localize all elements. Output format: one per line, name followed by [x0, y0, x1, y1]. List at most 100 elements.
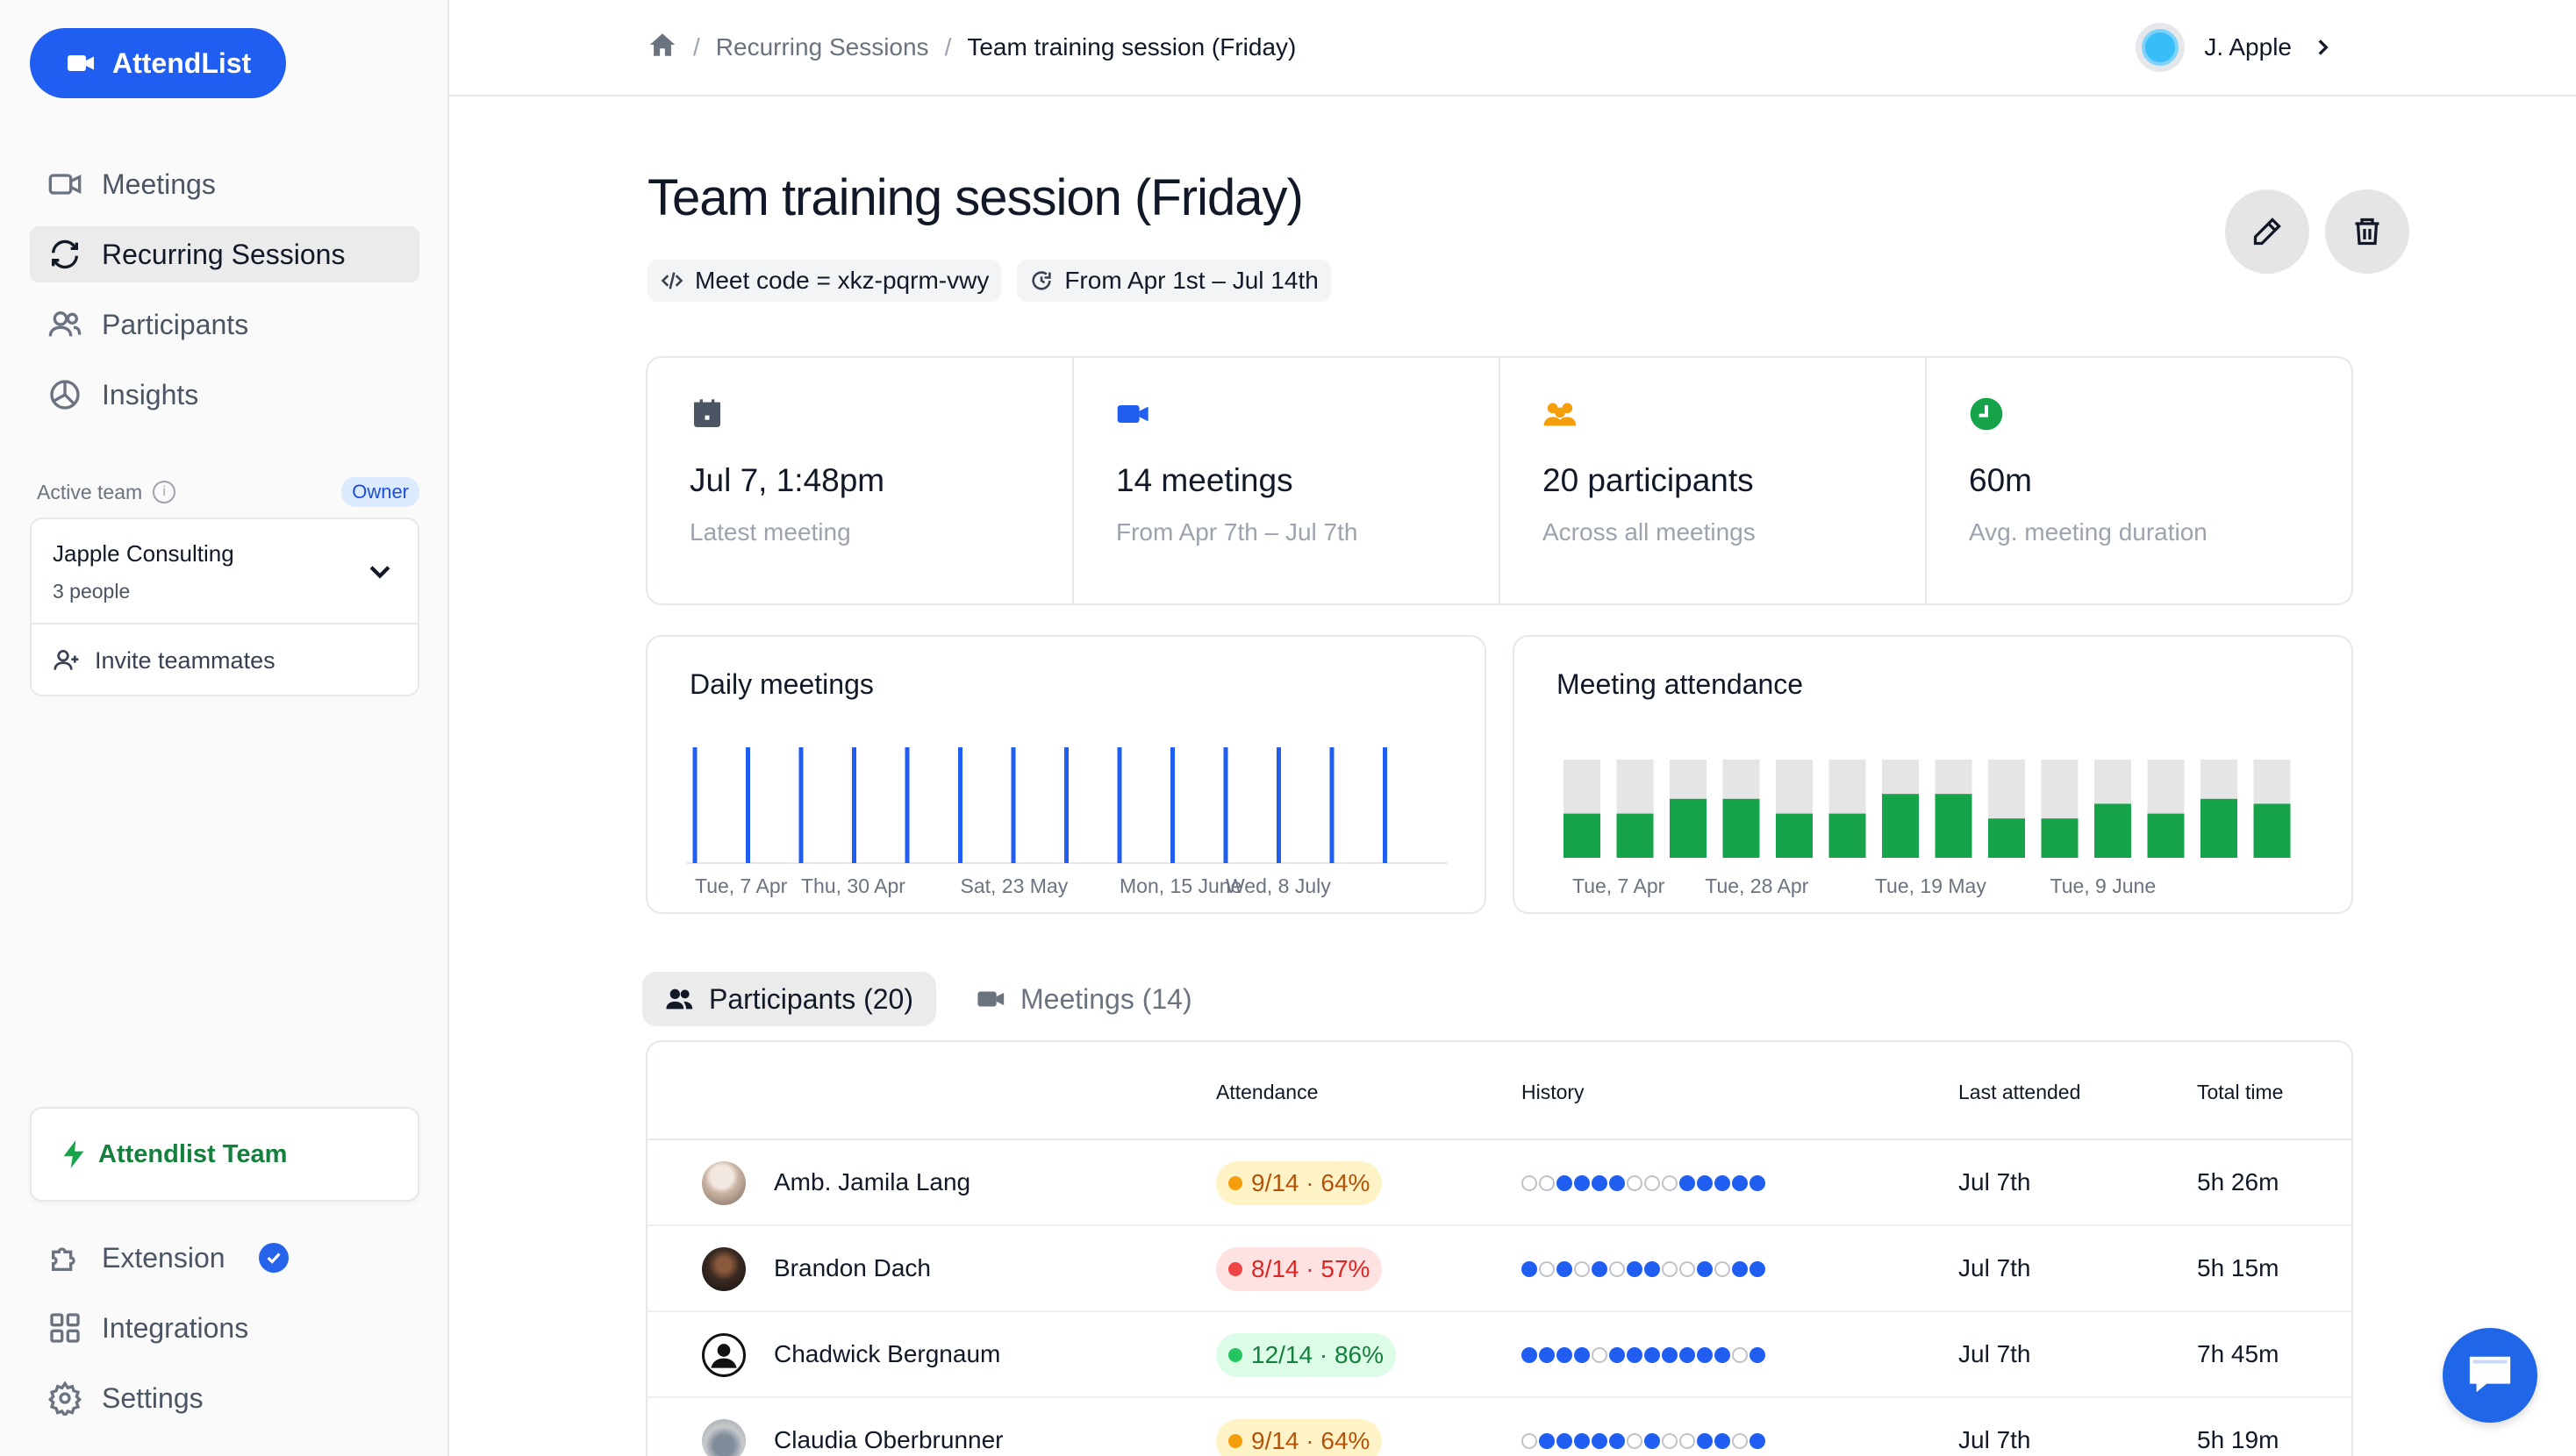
- attendance-badge: 9/14 · 64%: [1216, 1419, 1383, 1456]
- video-icon: [1117, 405, 1148, 423]
- delete-button[interactable]: [2325, 189, 2409, 274]
- invite-label: Invite teammates: [95, 646, 275, 674]
- page-actions: [2225, 189, 2409, 274]
- history-dot: [1539, 1175, 1555, 1191]
- history-dot: [1662, 1347, 1678, 1363]
- stat-duration: 60m Avg. meeting duration: [1927, 358, 2351, 603]
- sidebar-item-participants[interactable]: Participants: [30, 296, 419, 353]
- table-row[interactable]: Chadwick Bergnaum 12/14 · 86% Jul 7th 7h…: [648, 1312, 2351, 1398]
- history-dot: [1609, 1261, 1625, 1277]
- stat-caption: Latest meeting: [690, 518, 851, 546]
- sidebar-nav: Meetings Recurring Sessions Participants…: [30, 156, 419, 437]
- header-attendance[interactable]: Attendance: [1216, 1081, 1318, 1104]
- table-row[interactable]: Brandon Dach 8/14 · 57% Jul 7th 5h 15m: [648, 1226, 2351, 1312]
- clock-icon: [1970, 397, 2003, 431]
- recurring-icon: [1032, 271, 1051, 290]
- history-dot: [1521, 1175, 1537, 1191]
- tick-label: Wed, 8 July: [1226, 874, 1331, 897]
- bar-attended: [2094, 803, 2131, 858]
- home-breadcrumb[interactable]: [648, 30, 677, 66]
- breadcrumb-recurring-sessions[interactable]: Recurring Sessions: [716, 33, 929, 61]
- history-dot: [1521, 1261, 1537, 1277]
- stat-value: 20 participants: [1542, 462, 1754, 498]
- participant-name[interactable]: Claudia Oberbrunner: [774, 1426, 1004, 1454]
- date-range: From Apr 1st – Jul 14th: [1064, 267, 1319, 294]
- calendar-icon: [694, 399, 720, 427]
- table-row[interactable]: Amb. Jamila Lang 9/14 · 64% Jul 7th 5h 2…: [648, 1140, 2351, 1226]
- tick-label: Thu, 30 Apr: [801, 874, 905, 897]
- tick-label: Sat, 23 May: [961, 874, 1069, 897]
- sidebar-item-recurring-sessions[interactable]: Recurring Sessions: [30, 226, 419, 282]
- edit-button[interactable]: [2225, 189, 2309, 274]
- breadcrumb-current: Team training session (Friday): [967, 33, 1297, 61]
- sidebar-item-meetings[interactable]: Meetings: [30, 156, 419, 212]
- tabs: Participants (20) Meetings (14): [642, 972, 1215, 1026]
- team-card: Japple Consulting 3 people Invite teamma…: [30, 517, 419, 696]
- sidebar-item-label: Insights: [102, 378, 199, 410]
- chevron-right-icon: [2318, 39, 2329, 55]
- history-dot: [1609, 1433, 1625, 1449]
- meet-code-chip[interactable]: Meet code = xkz-pqrm-vwy: [648, 260, 1002, 302]
- tab-participants[interactable]: Participants (20): [642, 972, 936, 1026]
- history-dot: [1732, 1175, 1748, 1191]
- attendance-badge: 9/14 · 64%: [1216, 1161, 1383, 1205]
- history-dot: [1539, 1433, 1555, 1449]
- avatar: [2136, 23, 2186, 72]
- sidebar-item-extension[interactable]: Extension: [30, 1230, 419, 1286]
- stat-caption: Across all meetings: [1542, 518, 1756, 546]
- history-dot: [1679, 1261, 1695, 1277]
- participant-name[interactable]: Brandon Dach: [774, 1254, 931, 1282]
- stat-latest-meeting: Jul 7, 1:48pm Latest meeting: [648, 358, 1074, 603]
- tick-label: Tue, 19 May: [1875, 874, 1986, 897]
- plan-card[interactable]: Attendlist Team: [30, 1107, 419, 1202]
- bar: [798, 747, 804, 863]
- total-time: 7h 45m: [2197, 1340, 2279, 1367]
- last-attended: Jul 7th: [1958, 1254, 2031, 1281]
- stat-caption: From Apr 7th – Jul 7th: [1116, 518, 1358, 546]
- invite-teammates-button[interactable]: Invite teammates: [32, 625, 418, 696]
- tab-label: Meetings (14): [1020, 982, 1192, 1015]
- people-icon: [1543, 403, 1577, 426]
- table-row[interactable]: Claudia Oberbrunner 9/14 · 64% Jul 7th 5…: [648, 1398, 2351, 1456]
- chat-icon: [2469, 1356, 2511, 1393]
- history-dot: [1574, 1175, 1590, 1191]
- history-dot: [1697, 1175, 1713, 1191]
- bar-attended: [1563, 813, 1600, 858]
- history-dot: [1750, 1175, 1765, 1191]
- bar-attended: [1616, 813, 1654, 858]
- history-dot: [1644, 1433, 1660, 1449]
- tab-meetings[interactable]: Meetings (14): [954, 972, 1215, 1026]
- sidebar-item-label: Recurring Sessions: [102, 238, 346, 270]
- info-icon[interactable]: i: [153, 481, 176, 503]
- sidebar-item-integrations[interactable]: Integrations: [30, 1300, 419, 1356]
- sidebar: AttendList Meetings Recurring Sessions P…: [0, 0, 449, 1456]
- sidebar-item-settings[interactable]: Settings: [30, 1370, 419, 1426]
- brand-logo-button[interactable]: AttendList: [30, 28, 287, 98]
- breadcrumb-separator: /: [944, 33, 952, 61]
- history-dot: [1556, 1261, 1572, 1277]
- bar-attended: [1670, 798, 1707, 858]
- header-last-attended[interactable]: Last attended: [1958, 1081, 2080, 1104]
- user-plus-icon: [54, 650, 79, 670]
- history-dot: [1539, 1347, 1555, 1363]
- users-icon: [48, 311, 82, 337]
- user-name: J. Apple: [2204, 33, 2292, 61]
- attendance-value: 8/14 · 57%: [1251, 1255, 1370, 1282]
- history-dot: [1574, 1433, 1590, 1449]
- user-menu[interactable]: J. Apple: [2136, 0, 2334, 95]
- tab-label: Participants (20): [709, 982, 913, 1015]
- avatar: [702, 1161, 746, 1205]
- attendance-value: 9/14 · 64%: [1251, 1427, 1370, 1454]
- team-selector[interactable]: Japple Consulting 3 people: [32, 519, 418, 625]
- chart-title: Daily meetings: [690, 668, 874, 700]
- chat-button[interactable]: [2443, 1328, 2537, 1423]
- sidebar-bottom-nav: Extension Integrations Settings: [30, 1230, 419, 1440]
- total-time: 5h 19m: [2197, 1426, 2279, 1453]
- sidebar-item-insights[interactable]: Insights: [30, 367, 419, 423]
- history-dot: [1609, 1175, 1625, 1191]
- participant-name[interactable]: Amb. Jamila Lang: [774, 1168, 970, 1196]
- participant-name[interactable]: Chadwick Bergnaum: [774, 1340, 1000, 1368]
- history-dot: [1662, 1261, 1678, 1277]
- header-total-time[interactable]: Total time: [2197, 1081, 2283, 1104]
- home-icon: [649, 32, 676, 56]
